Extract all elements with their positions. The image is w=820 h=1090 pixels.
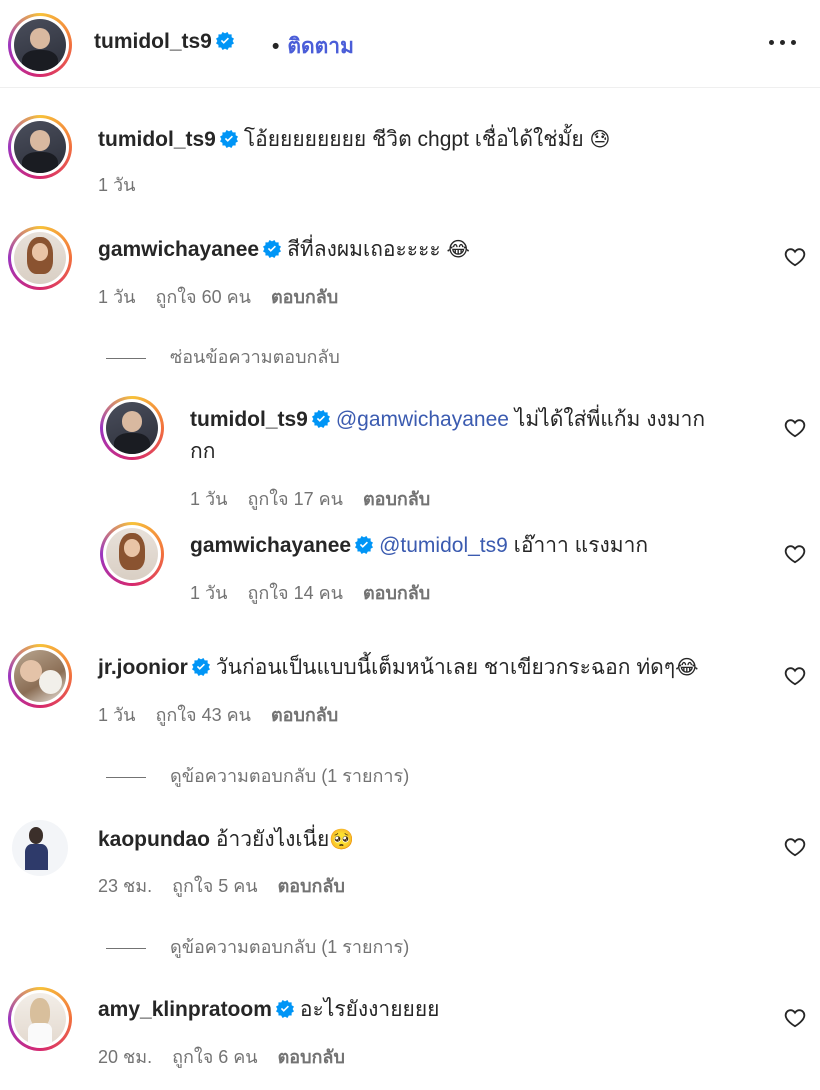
avatar[interactable] (8, 115, 72, 179)
comment-username[interactable]: amy_klinpratoom (98, 998, 272, 1021)
post-header: tumidol_ts9 • ติดตาม (0, 0, 820, 88)
verified-badge-icon (220, 130, 238, 148)
avatar[interactable] (8, 816, 72, 880)
reply-button[interactable]: ตอบกลับ (363, 583, 430, 603)
divider-line (106, 947, 146, 949)
comment-username[interactable]: tumidol_ts9 (98, 128, 216, 151)
mention-link[interactable]: @tumidol_ts9 (379, 534, 508, 557)
avatar[interactable] (8, 644, 72, 708)
comment-time[interactable]: 1 วัน (190, 583, 227, 603)
verified-badge-icon (192, 658, 210, 676)
emoji: 😂 (446, 239, 470, 261)
header-username-text[interactable]: tumidol_ts9 (94, 30, 212, 53)
separator-dot: • (272, 35, 280, 58)
emoji: 😂 (675, 657, 699, 679)
avatar[interactable] (8, 226, 72, 290)
comment-meta: 20 ชม. ถูกใจ 6 คน ตอบกลับ (98, 1042, 365, 1071)
header-avatar[interactable] (8, 13, 72, 77)
emoji: 😓 (589, 129, 611, 151)
thread-toggle-label[interactable]: ดูข้อความตอบกลับ (1 รายการ) (170, 937, 409, 957)
reply-button[interactable]: ตอบกลับ (363, 489, 430, 509)
reply-button[interactable]: ตอบกลับ (278, 1047, 345, 1067)
comment-time[interactable]: 1 วัน (98, 287, 135, 307)
comment-time[interactable]: 20 ชม. (98, 1047, 152, 1067)
comment-time[interactable]: 23 ชม. (98, 876, 152, 896)
comment-time[interactable]: 1 วัน (190, 489, 227, 509)
comment-username[interactable]: jr.joonior (98, 656, 188, 679)
avatar[interactable] (100, 396, 164, 460)
comment-body: amy_klinpratoom อะไรยังงายยยย (98, 994, 439, 1026)
comment-likes[interactable]: ถูกใจ 43 คน (155, 705, 251, 725)
comment-meta: 23 ชม. ถูกใจ 5 คน ตอบกลับ (98, 871, 365, 900)
comment-meta: 1 วัน (98, 170, 155, 199)
comment-text: สีที่ลงผมเถอะะะะ (287, 238, 441, 261)
heart-outline-icon[interactable] (783, 543, 807, 565)
view-replies-toggle[interactable]: ดูข้อความตอบกลับ (1 รายการ) (106, 932, 409, 961)
verified-badge-icon (355, 536, 373, 554)
heart-outline-icon[interactable] (783, 665, 807, 687)
comment-username[interactable]: tumidol_ts9 (190, 408, 308, 431)
comment-username[interactable]: gamwichayanee (98, 238, 259, 261)
comment-likes[interactable]: ถูกใจ 17 คน (247, 489, 343, 509)
heart-outline-icon[interactable] (783, 417, 807, 439)
comment-time[interactable]: 1 วัน (98, 175, 135, 195)
comment-body: gamwichayanee @tumidol_ts9 เอ๊าาา แรงมาก (190, 530, 648, 562)
comment-text: เอ๊าาา แรงมาก (513, 534, 649, 557)
emoji: 🥺 (329, 829, 355, 851)
verified-badge-icon (263, 240, 281, 258)
comment-body: kaopundao อ้าวยังไงเนี่ย🥺 (98, 824, 354, 856)
comment-text: ไม่ได้ใส่พี่แก้ม งงมาก (514, 408, 706, 431)
avatar[interactable] (100, 522, 164, 586)
verified-badge-icon (216, 32, 234, 50)
comment-body: tumidol_ts9 โอ้ยยยยยยยย ชีวิต chgpt เชื่อ… (98, 124, 610, 156)
comment-likes[interactable]: ถูกใจ 14 คน (247, 583, 343, 603)
more-options-icon[interactable] (766, 30, 800, 54)
comment-likes[interactable]: ถูกใจ 60 คน (155, 287, 251, 307)
comment-meta: 1 วัน ถูกใจ 60 คน ตอบกลับ (98, 282, 358, 311)
comment-username[interactable]: gamwichayanee (190, 534, 351, 557)
reply-button[interactable]: ตอบกลับ (271, 287, 338, 307)
divider-line (106, 776, 146, 778)
comment-likes[interactable]: ถูกใจ 6 คน (172, 1047, 258, 1067)
heart-outline-icon[interactable] (783, 246, 807, 268)
thread-toggle-label[interactable]: ซ่อนข้อความตอบกลับ (170, 347, 340, 367)
comment-meta: 1 วัน ถูกใจ 43 คน ตอบกลับ (98, 700, 358, 729)
avatar[interactable] (8, 987, 72, 1051)
comment-text-cont: กก (190, 440, 216, 463)
comment-time[interactable]: 1 วัน (98, 705, 135, 725)
follow-group: • ติดตาม (272, 30, 354, 63)
heart-outline-icon[interactable] (783, 836, 807, 858)
hide-replies-toggle[interactable]: ซ่อนข้อความตอบกลับ (106, 342, 340, 371)
comment-body: jr.joonior วันก่อนเป็นแบบนี้เต็มหน้าเลย ช… (98, 652, 698, 684)
comment-text: วันก่อนเป็นแบบนี้เต็มหน้าเลย ชาเขียวกระฉ… (215, 656, 676, 679)
verified-badge-icon (276, 1000, 294, 1018)
divider-line (106, 357, 146, 359)
view-replies-toggle[interactable]: ดูข้อความตอบกลับ (1 รายการ) (106, 761, 409, 790)
heart-outline-icon[interactable] (783, 1007, 807, 1029)
header-username[interactable]: tumidol_ts9 (94, 30, 240, 54)
comment-text: อ้าวยังไงเนี่ย (215, 828, 330, 851)
mention-link[interactable]: @gamwichayanee (336, 408, 509, 431)
comment-body: tumidol_ts9 @gamwichayanee ไม่ได้ใส่พี่แก… (190, 404, 760, 468)
comment-meta: 1 วัน ถูกใจ 17 คน ตอบกลับ (190, 484, 450, 513)
thread-toggle-label[interactable]: ดูข้อความตอบกลับ (1 รายการ) (170, 766, 409, 786)
comment-username[interactable]: kaopundao (98, 828, 210, 851)
reply-button[interactable]: ตอบกลับ (278, 876, 345, 896)
comment-text: โอ้ยยยยยยยย ชีวิต chgpt เชื่อได้ใช่มั้ย (243, 128, 584, 151)
follow-button[interactable]: ติดตาม (287, 35, 354, 58)
comment-meta: 1 วัน ถูกใจ 14 คน ตอบกลับ (190, 578, 450, 607)
verified-badge-icon (312, 410, 330, 428)
comment-body: gamwichayanee สีที่ลงผมเถอะะะะ 😂 (98, 234, 470, 266)
comment-likes[interactable]: ถูกใจ 5 คน (172, 876, 258, 896)
comment-text: อะไรยังงายยยย (299, 998, 440, 1021)
reply-button[interactable]: ตอบกลับ (271, 705, 338, 725)
